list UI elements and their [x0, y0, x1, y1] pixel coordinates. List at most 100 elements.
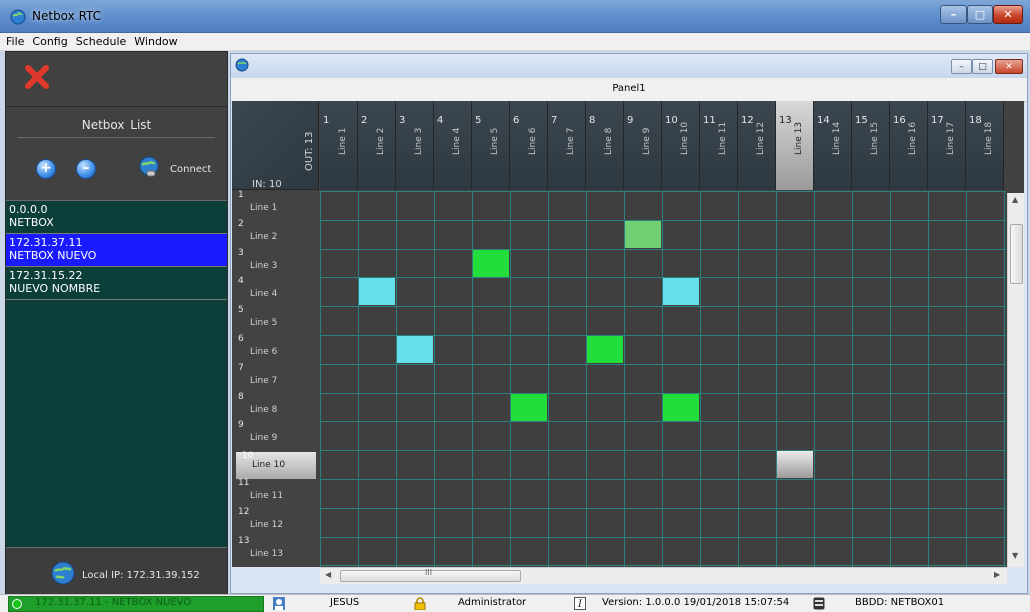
- input-row-header[interactable]: 1 Line 1: [232, 190, 319, 219]
- panel-maximize-button[interactable]: □: [972, 59, 993, 74]
- input-row-header[interactable]: 6 Line 6: [232, 334, 319, 363]
- menu-schedule[interactable]: Schedule: [76, 33, 133, 50]
- column-number: 13: [779, 115, 792, 126]
- info-icon: I: [574, 597, 586, 610]
- vertical-scrollbar[interactable]: ▲ ▼: [1007, 193, 1024, 567]
- input-row-header[interactable]: 8 Line 8: [232, 391, 319, 421]
- grid-line-horizontal: [320, 249, 1006, 250]
- add-netbox-button[interactable]: +: [36, 159, 56, 179]
- row-name: Line 1: [250, 203, 278, 213]
- output-column-header[interactable]: 7 Line 7: [548, 101, 586, 190]
- remove-netbox-button[interactable]: –: [76, 159, 96, 179]
- column-number: 8: [589, 115, 596, 126]
- crosspoint-active[interactable]: [663, 278, 699, 305]
- divider: [6, 106, 227, 107]
- scroll-up-icon[interactable]: ▲: [1012, 195, 1018, 204]
- input-row-header[interactable]: 11 Line 11: [232, 478, 319, 507]
- list-item-name: NUEVO NOMBRE: [9, 282, 101, 295]
- input-row-header[interactable]: 2 Line 2: [232, 218, 319, 248]
- close-button[interactable]: ✕: [993, 5, 1023, 24]
- output-column-header[interactable]: 9 Line 9: [624, 101, 662, 190]
- row-number: 4: [238, 276, 244, 287]
- row-number: 5: [238, 305, 244, 316]
- crosspoint-active[interactable]: [587, 336, 623, 363]
- grid-line-vertical: [814, 191, 815, 567]
- output-column-header[interactable]: 2 Line 2: [358, 101, 396, 190]
- crosspoint-active[interactable]: [625, 221, 661, 248]
- list-item[interactable]: 172.31.15.22 NUEVO NOMBRE: [6, 267, 227, 300]
- horizontal-scroll-thumb[interactable]: III: [340, 568, 521, 582]
- minimize-button[interactable]: –: [940, 5, 967, 24]
- column-number: 5: [475, 115, 482, 126]
- connect-globe-icon[interactable]: [138, 156, 160, 178]
- output-column-header[interactable]: 13 Line 13: [776, 101, 814, 190]
- panel-minimize-button[interactable]: –: [951, 59, 972, 74]
- input-row-header[interactable]: 5 Line 5: [232, 305, 319, 335]
- output-column-header[interactable]: 16 Line 16: [890, 101, 928, 190]
- input-row-header[interactable]: 12 Line 12: [232, 507, 319, 536]
- crosspoint-active[interactable]: [473, 250, 509, 277]
- panel-title: Panel1: [231, 78, 1027, 102]
- input-row-header[interactable]: 7 Line 7: [232, 363, 319, 392]
- column-number: 1: [323, 115, 330, 126]
- row-number: 2: [238, 218, 244, 229]
- list-item[interactable]: 172.31.37.11 NETBOX NUEVO: [6, 234, 227, 267]
- column-name: Line 14: [832, 121, 842, 155]
- menu-file[interactable]: File: [6, 33, 30, 50]
- output-column-header[interactable]: 11 Line 11: [700, 101, 738, 190]
- column-name: Line 1: [338, 127, 348, 155]
- app-window: Netbox RTC – □ ✕ File Config Schedule Wi…: [0, 0, 1030, 612]
- maximize-button[interactable]: □: [967, 5, 993, 24]
- output-column-header[interactable]: 6 Line 6: [510, 101, 548, 190]
- lock-icon: [414, 597, 426, 610]
- input-row-header[interactable]: 10 Line 10: [236, 451, 316, 481]
- input-row-header[interactable]: 3 Line 3: [232, 248, 319, 277]
- grid-line-vertical: [738, 191, 739, 567]
- crosspoint-active[interactable]: [511, 394, 547, 421]
- panel-close-button[interactable]: ✕: [995, 59, 1023, 74]
- column-number: 15: [855, 115, 868, 126]
- row-name: Line 10: [252, 460, 286, 471]
- output-column-header[interactable]: 8 Line 8: [586, 101, 624, 190]
- menu-config[interactable]: Config: [32, 33, 73, 50]
- vertical-scroll-thumb[interactable]: [1010, 224, 1023, 284]
- scroll-down-icon[interactable]: ▼: [1012, 551, 1018, 560]
- output-column-header[interactable]: 15 Line 15: [852, 101, 890, 190]
- column-name: Line 15: [870, 121, 880, 155]
- connect-label[interactable]: Connect: [170, 164, 211, 175]
- input-row-header[interactable]: 4 Line 4: [232, 276, 319, 306]
- output-column-header[interactable]: 17 Line 17: [928, 101, 966, 190]
- output-column-header[interactable]: 1 Line 1: [320, 101, 358, 190]
- input-row-header[interactable]: 9 Line 9: [232, 420, 319, 450]
- column-name: Line 13: [794, 121, 804, 155]
- output-column-header[interactable]: 14 Line 14: [814, 101, 852, 190]
- local-ip-footer: Local IP: 172.31.39.152: [6, 547, 227, 598]
- output-column-header[interactable]: 18 Line 18: [966, 101, 1004, 190]
- row-number: 8: [238, 391, 244, 402]
- menu-window[interactable]: Window: [134, 33, 183, 50]
- crosspoint-active[interactable]: [359, 278, 395, 305]
- output-column-header[interactable]: 12 Line 12: [738, 101, 776, 190]
- output-column-header[interactable]: 3 Line 3: [396, 101, 434, 190]
- output-column-header[interactable]: 5 Line 5: [472, 101, 510, 190]
- row-number: 9: [238, 420, 244, 431]
- output-column-header[interactable]: 10 Line 10: [662, 101, 700, 190]
- scroll-left-icon[interactable]: ◀: [325, 570, 331, 579]
- column-number: 14: [817, 115, 830, 126]
- grid-line-vertical: [586, 191, 587, 567]
- crosspoint-active[interactable]: [777, 451, 813, 478]
- input-row-header[interactable]: 13 Line 13: [232, 536, 319, 565]
- globe-icon: [51, 561, 75, 585]
- horizontal-scrollbar[interactable]: ◀ III ▶: [320, 567, 1007, 584]
- list-item[interactable]: 0.0.0.0 NETBOX: [6, 201, 227, 234]
- close-x-icon[interactable]: [24, 64, 50, 90]
- output-column-header[interactable]: 4 Line 4: [434, 101, 472, 190]
- crosspoint-active[interactable]: [663, 394, 699, 421]
- scroll-right-icon[interactable]: ▶: [994, 570, 1000, 579]
- crosspoint-active[interactable]: [397, 336, 433, 363]
- crosspoint-grid[interactable]: [320, 191, 1006, 567]
- grid-line-horizontal: [320, 565, 1006, 566]
- column-number: 17: [931, 115, 944, 126]
- grid-line-vertical: [776, 191, 777, 567]
- divider: [18, 137, 215, 138]
